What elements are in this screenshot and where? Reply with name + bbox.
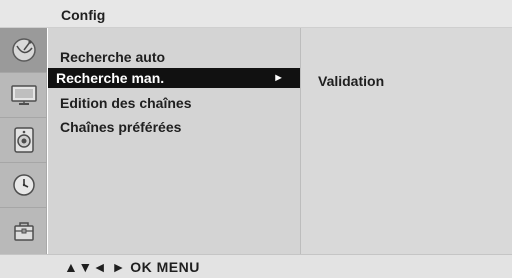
- options-button[interactable]: [0, 208, 47, 253]
- category-icon-bar: [0, 28, 47, 254]
- menu-item-chaines-preferees[interactable]: Chaînes préférées: [48, 117, 300, 137]
- menu-item-label: Edition des chaînes: [60, 95, 192, 111]
- satellite-dish-button[interactable]: [0, 28, 47, 73]
- footer-bar: ▲▼◄ ► OK MENU: [0, 254, 512, 278]
- submenu-panel: Validation: [300, 28, 512, 254]
- menu-item-recherche-man[interactable]: Recherche man. ►: [48, 68, 300, 88]
- page-title: Config: [61, 7, 106, 23]
- menu-item-label: Recherche auto: [60, 49, 166, 65]
- validation-option[interactable]: Validation: [318, 73, 384, 89]
- speaker-icon: [13, 127, 34, 153]
- menu-item-label: Chaînes préférées: [60, 119, 182, 135]
- osd-screen: Config Recherche auto Recherche man. ► E…: [0, 0, 512, 278]
- satellite-dish-icon: [11, 38, 36, 62]
- menu-item-edition-chaines[interactable]: Edition des chaînes: [48, 93, 300, 113]
- submenu-arrow-icon: ►: [273, 72, 284, 84]
- menu-item-label: Recherche man.: [56, 70, 165, 86]
- main-menu: Recherche auto Recherche man. ► Edition …: [48, 28, 300, 254]
- header-bar: Config: [0, 0, 512, 28]
- picture-button[interactable]: [0, 73, 47, 118]
- clock-icon: [12, 174, 35, 196]
- sound-button[interactable]: [0, 118, 47, 163]
- menu-item-recherche-auto[interactable]: Recherche auto: [48, 47, 300, 67]
- toolbox-icon: [13, 221, 34, 241]
- time-button[interactable]: [0, 163, 47, 208]
- monitor-screen-icon: [10, 85, 37, 105]
- navigation-hints: ▲▼◄ ► OK MENU: [64, 259, 200, 275]
